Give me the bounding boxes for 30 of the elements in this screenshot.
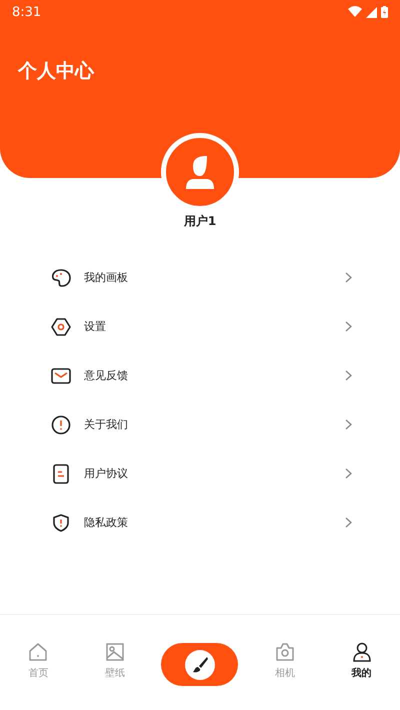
document-icon <box>50 462 72 484</box>
palette-icon <box>50 266 72 288</box>
battery-icon <box>381 6 388 18</box>
page-title: 个人中心 <box>18 59 94 84</box>
chevron-icon <box>345 321 352 332</box>
settings-icon <box>50 316 72 338</box>
signal-icon <box>366 6 377 18</box>
menu-item[interactable]: 用户协议 <box>0 449 400 498</box>
chevron-icon <box>345 517 352 528</box>
draw-button[interactable] <box>161 643 238 686</box>
status-time: 8:31 <box>12 4 42 20</box>
menu-item[interactable]: 我的画板 <box>0 253 400 302</box>
chevron-icon <box>345 272 352 283</box>
nav-tab[interactable]: 我的 <box>332 641 392 680</box>
menu-item[interactable]: 设置 <box>0 302 400 351</box>
chevron-icon <box>345 419 352 430</box>
menu-item[interactable]: 关于我们 <box>0 400 400 449</box>
brush-icon <box>190 656 209 674</box>
user-name: 用户1 <box>184 213 216 230</box>
chevron-icon <box>345 468 352 479</box>
menu-item[interactable]: 意见反馈 <box>0 351 400 400</box>
user-icon <box>350 641 373 663</box>
home-icon <box>27 641 50 663</box>
shield-icon <box>50 512 72 534</box>
wifi-icon <box>348 6 362 18</box>
camera-icon <box>274 641 296 663</box>
image-icon <box>104 641 126 663</box>
menu-item[interactable]: 隐私政策 <box>0 498 400 547</box>
info-icon <box>50 414 72 436</box>
chevron-icon <box>345 370 352 381</box>
